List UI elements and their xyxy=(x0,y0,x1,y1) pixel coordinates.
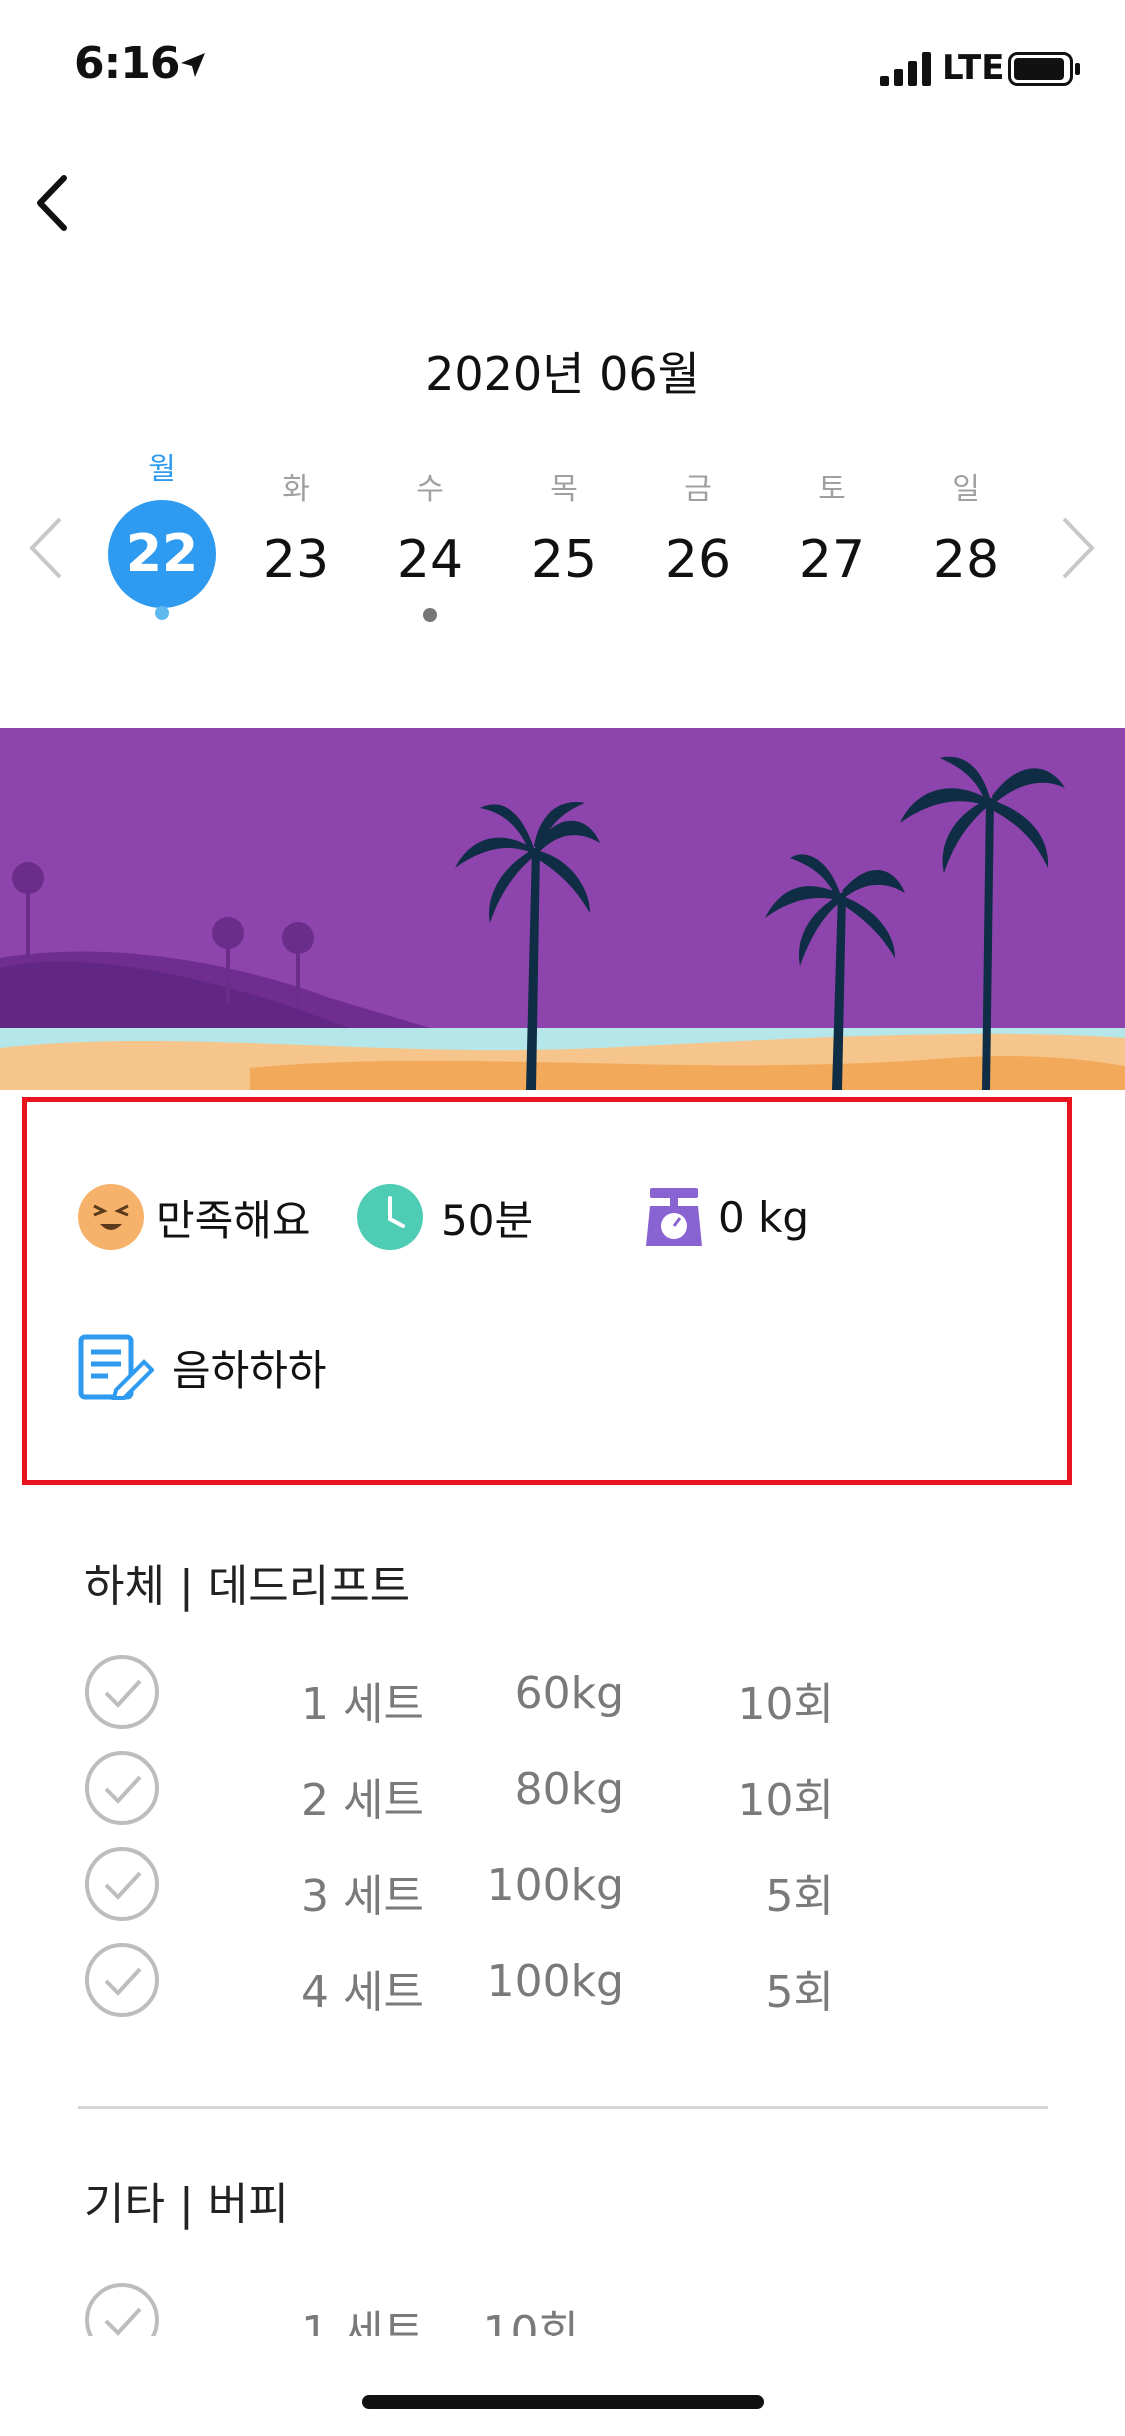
scale-icon xyxy=(646,1188,702,1246)
record-dot xyxy=(155,606,169,620)
memo-icon xyxy=(78,1334,154,1400)
set-row: 3 세트 100kg 5회 xyxy=(84,1846,834,1922)
set-row: 1 세트 10회 xyxy=(84,2282,784,2336)
set-reps: 5회 xyxy=(765,1967,834,2018)
selected-day-number: 22 xyxy=(108,500,216,608)
satisfied-face-icon xyxy=(78,1184,144,1250)
day-number: 26 xyxy=(664,530,732,590)
mood-item: 만족해요 xyxy=(78,1184,311,1250)
bodyweight-label: 0 kg xyxy=(718,1192,810,1242)
clock-icon xyxy=(357,1184,423,1250)
day-name: 화 xyxy=(282,472,310,507)
duration-label: 50분 xyxy=(441,1195,534,1245)
set-reps: 10회 xyxy=(737,1679,834,1730)
set-row: 1 세트 60kg 10회 xyxy=(84,1654,834,1730)
check-circle-icon[interactable] xyxy=(84,2282,160,2336)
status-bar: 6:16 LTE xyxy=(0,0,1125,135)
day-number: 25 xyxy=(530,530,598,590)
signal-icon xyxy=(880,52,931,86)
set-row: 4 세트 100kg 5회 xyxy=(84,1942,834,2018)
check-circle-icon[interactable] xyxy=(84,1846,160,1922)
day-number: 23 xyxy=(262,530,330,590)
duration-item: 50분 xyxy=(357,1184,533,1250)
day-5[interactable]: 토 27 xyxy=(772,450,892,610)
exercise-title-burpee: 기타 | 버피 xyxy=(84,2179,289,2230)
record-dot xyxy=(423,608,437,622)
burpee-set-list: 1 세트 10회 xyxy=(0,2270,1125,2336)
set-label: 4 세트 xyxy=(301,1967,424,2018)
day-1[interactable]: 화 23 xyxy=(236,450,356,610)
bodyweight-item: 0 kg xyxy=(644,1184,809,1250)
day-4[interactable]: 금 26 xyxy=(638,450,758,610)
memo-item: 음하하하 xyxy=(78,1334,327,1400)
set-reps: 10회 xyxy=(482,2307,579,2336)
back-button[interactable] xyxy=(28,168,78,238)
day-name: 일 xyxy=(952,472,980,507)
set-label: 3 세트 xyxy=(301,1871,424,1922)
next-week-button[interactable] xyxy=(1058,515,1098,581)
memo-label: 음하하하 xyxy=(172,1345,327,1395)
check-circle-icon[interactable] xyxy=(84,1750,160,1826)
set-reps: 10회 xyxy=(737,1775,834,1826)
day-name: 목 xyxy=(550,472,578,507)
set-label: 1 세트 xyxy=(301,1679,424,1730)
home-indicator[interactable] xyxy=(362,2395,764,2409)
workout-summary-card: 만족해요 50분 0 kg 음하하하 xyxy=(22,1097,1072,1485)
day-number: 24 xyxy=(396,530,464,590)
day-name: 월 xyxy=(148,452,176,487)
network-type: LTE xyxy=(942,48,1005,88)
mood-label: 만족해요 xyxy=(156,1195,311,1245)
day-name: 금 xyxy=(684,472,712,507)
day-6[interactable]: 일 28 xyxy=(906,450,1026,610)
month-title: 2020년 06월 xyxy=(425,347,700,401)
beach-banner-image xyxy=(0,728,1125,1090)
set-weight: 60kg xyxy=(514,1668,624,1719)
day-0[interactable]: 월 22 xyxy=(102,450,222,620)
day-2[interactable]: 수 24 xyxy=(370,450,490,622)
check-circle-icon[interactable] xyxy=(84,1942,160,2018)
status-time: 6:16 xyxy=(74,38,180,89)
day-number: 27 xyxy=(798,530,866,590)
section-divider xyxy=(78,2106,1048,2109)
check-circle-icon[interactable] xyxy=(84,1654,160,1730)
set-label: 2 세트 xyxy=(301,1775,424,1826)
previous-week-button[interactable] xyxy=(26,515,66,581)
set-weight: 100kg xyxy=(486,1860,624,1911)
set-weight: 80kg xyxy=(514,1764,624,1815)
day-name: 수 xyxy=(416,472,444,507)
set-weight: 100kg xyxy=(486,1956,624,2007)
set-reps: 5회 xyxy=(765,1871,834,1922)
exercise-title-deadlift: 하체 | 데드리프트 xyxy=(84,1561,411,1612)
location-arrow-icon xyxy=(181,53,205,77)
day-3[interactable]: 목 25 xyxy=(504,450,624,610)
day-name: 토 xyxy=(818,472,846,507)
battery-icon xyxy=(1008,52,1080,86)
day-number: 28 xyxy=(932,530,1000,590)
set-row: 2 세트 80kg 10회 xyxy=(84,1750,834,1826)
